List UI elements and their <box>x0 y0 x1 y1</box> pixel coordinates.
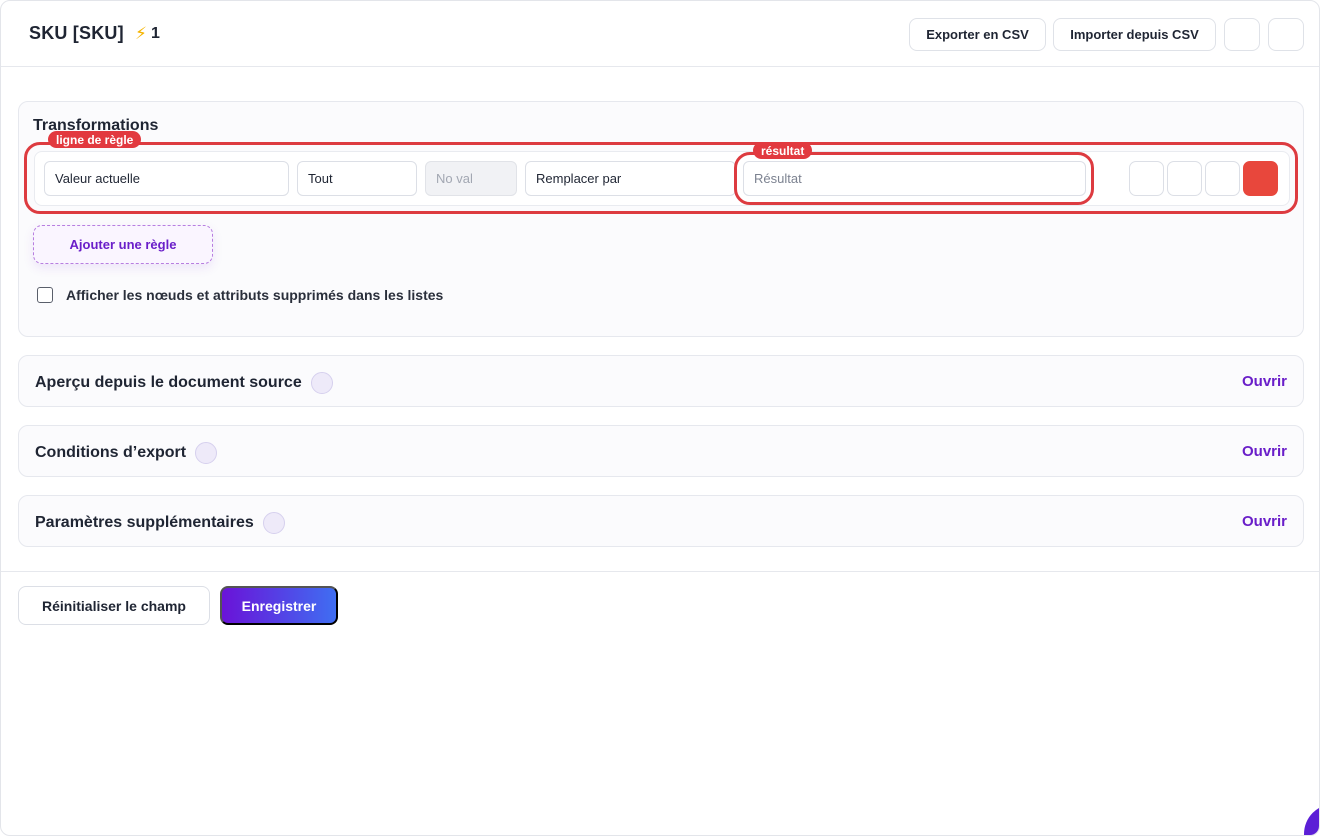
open-source-preview-link[interactable]: Ouvrir <box>1242 373 1287 390</box>
rule-count: 1 <box>150 25 160 42</box>
section-export-conditions-title-row: Conditions d’export <box>35 442 218 464</box>
value-input[interactable]: No val <box>425 161 517 196</box>
section-title: Paramètres supplémentaires <box>35 514 254 531</box>
rule-action-button-3[interactable] <box>1205 161 1240 196</box>
header-icon-button-1[interactable] <box>1224 18 1260 51</box>
section-extra-settings[interactable]: Paramètres supplémentaires Ouvrir <box>18 495 1304 547</box>
section-source-preview-title-row: Aperçu depuis le document source <box>35 372 333 394</box>
section-title: Conditions d’export <box>35 444 187 461</box>
section-export-conditions[interactable]: Conditions d’export Ouvrir <box>18 425 1304 477</box>
delete-rule-button[interactable] <box>1243 161 1278 196</box>
lightning-icon: ⚡ <box>135 24 147 43</box>
scope-select[interactable]: Tout <box>297 161 417 196</box>
result-input[interactable]: Résultat <box>743 161 1086 196</box>
open-export-conditions-link[interactable]: Ouvrir <box>1242 443 1287 460</box>
add-rule-button[interactable]: Ajouter une règle <box>33 225 213 264</box>
info-dot-icon <box>195 442 218 464</box>
result-highlight-tag: résultat <box>753 142 813 159</box>
action-select[interactable]: Remplacer par <box>525 161 736 196</box>
show-deleted-option[interactable]: Afficher les nœuds et attributs supprimé… <box>37 287 443 303</box>
show-deleted-checkbox[interactable] <box>37 287 53 303</box>
source-select[interactable]: Valeur actuelle <box>44 161 289 196</box>
rule-action-button-1[interactable] <box>1129 161 1164 196</box>
info-dot-icon <box>310 372 333 394</box>
field-editor-window: SKU [SKU] ⚡ 1 Exporter en CSV Importer d… <box>0 0 1320 836</box>
section-source-preview[interactable]: Aperçu depuis le document source Ouvrir <box>18 355 1304 407</box>
save-button[interactable]: Enregistrer <box>220 586 338 625</box>
header: SKU [SKU] ⚡ 1 Exporter en CSV Importer d… <box>1 1 1319 67</box>
footer-divider <box>1 571 1319 572</box>
export-csv-button[interactable]: Exporter en CSV <box>909 18 1046 51</box>
header-icon-button-2[interactable] <box>1268 18 1304 51</box>
rule-action-button-2[interactable] <box>1167 161 1202 196</box>
import-csv-button[interactable]: Importer depuis CSV <box>1053 18 1216 51</box>
floating-action-button[interactable] <box>1304 804 1319 835</box>
rule-count-badge: ⚡ 1 <box>135 24 160 44</box>
section-extra-settings-title-row: Paramètres supplémentaires <box>35 512 285 534</box>
show-deleted-label: Afficher les nœuds et attributs supprimé… <box>66 287 444 303</box>
section-title: Aperçu depuis le document source <box>35 374 302 391</box>
reset-field-button[interactable]: Réinitialiser le champ <box>18 586 210 625</box>
info-dot-icon <box>262 512 285 534</box>
open-extra-settings-link[interactable]: Ouvrir <box>1242 513 1287 530</box>
rule-row-highlight-tag: ligne de règle <box>48 131 142 148</box>
page-title: SKU [SKU] <box>29 23 124 43</box>
